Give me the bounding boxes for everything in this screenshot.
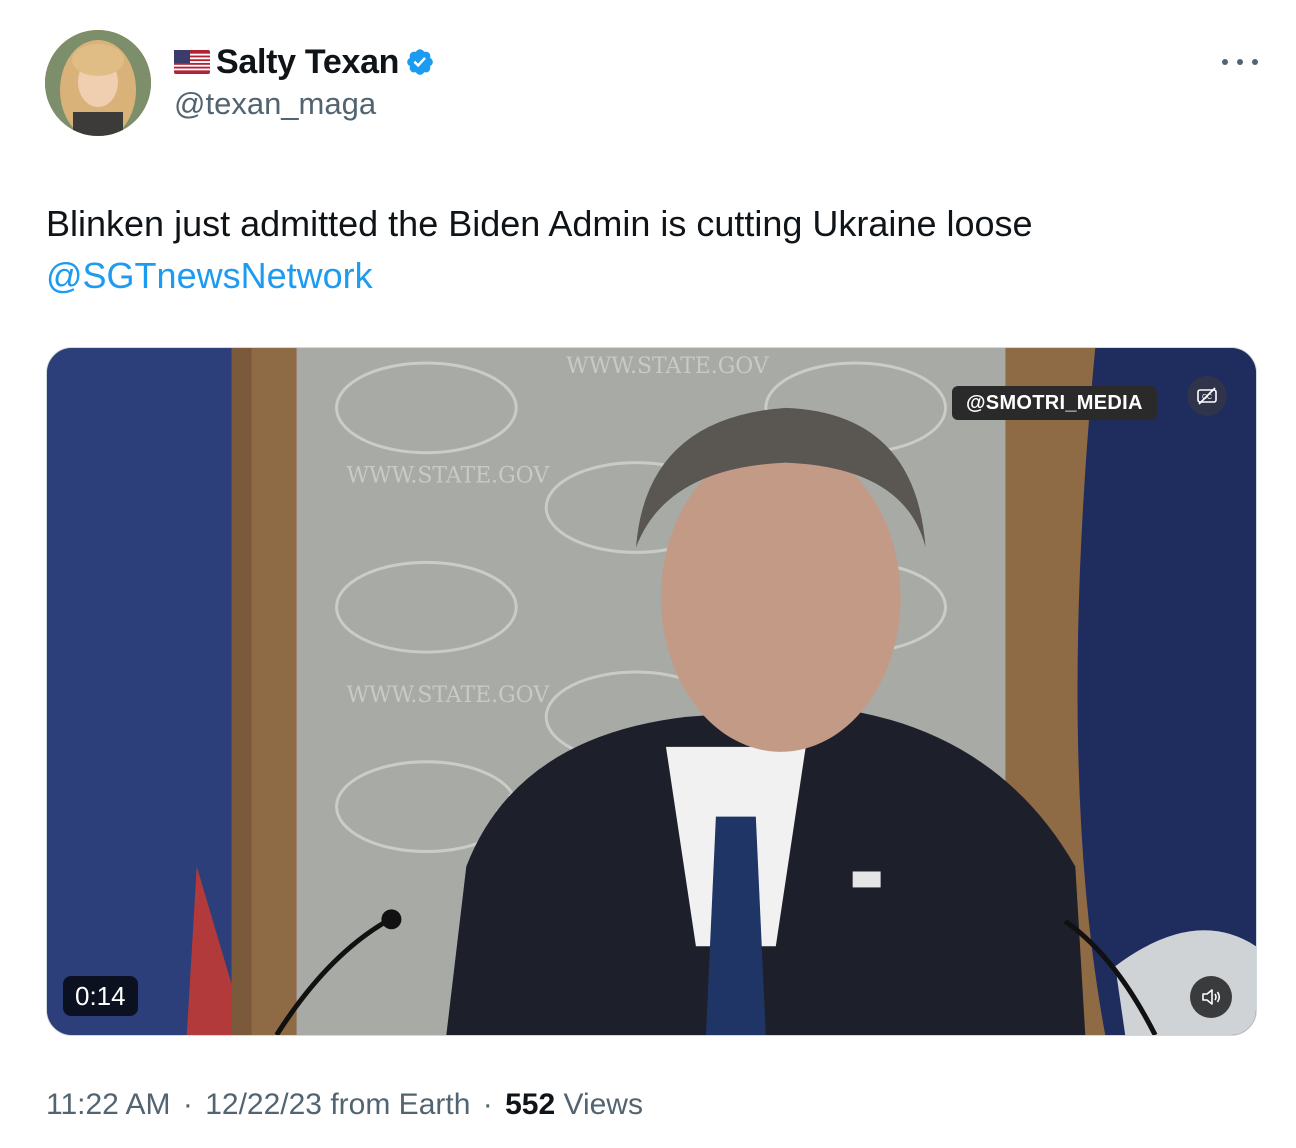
tweet-source: from Earth [330,1088,471,1121]
dot [1237,59,1243,65]
captions-glyph: CC [1197,387,1217,405]
dot [1222,59,1228,65]
closed-captions-off-icon[interactable]: CC [1187,376,1227,416]
tweet-time[interactable]: 11:22 AM [46,1088,171,1121]
bg-text-top: WWW.STATE.GOV [566,354,770,379]
tweet-text: Blinken just admitted the Biden Admin is… [46,198,1246,302]
views-label[interactable]: Views [563,1088,642,1121]
author-name-row[interactable]: Salty Texan [174,42,435,82]
verified-badge-icon[interactable] [405,47,435,77]
duration-badge: 0:14 [63,976,138,1016]
video-player[interactable]: WWW.STATE.GOV WWW.STATE.GOV WWW.STATE.GO… [46,347,1257,1036]
display-name[interactable]: Salty Texan [216,43,399,82]
views-count[interactable]: 552 [505,1088,555,1121]
speaker-icon[interactable] [1190,976,1232,1018]
bg-text-lower: WWW.STATE.GOV [347,683,551,708]
separator: · [482,1088,493,1121]
separator: · [182,1088,193,1121]
us-flag-icon [174,50,210,74]
tweet-metadata: 11:22 AM · 12/22/23 from Earth · 552 Vie… [46,1088,643,1122]
tweet: Salty Texan @texan_maga Blinken just adm… [0,0,1296,1148]
mention-link[interactable]: @SGTnewsNetwork [46,250,1246,302]
dot [1252,59,1258,65]
ellipsis-icon[interactable] [1222,50,1258,74]
bg-text: WWW.STATE.GOV [347,464,551,489]
tweet-date[interactable]: 12/22/23 [205,1088,322,1121]
avatar[interactable] [45,30,151,136]
watermark-badge: @SMOTRI_MEDIA [952,386,1157,420]
speaker-glyph [1202,989,1221,1005]
avatar-image [45,30,151,136]
video-frame: WWW.STATE.GOV WWW.STATE.GOV WWW.STATE.GO… [47,348,1256,1035]
tweet-body: Blinken just admitted the Biden Admin is… [46,203,1033,244]
author-handle[interactable]: @texan_maga [174,86,376,122]
